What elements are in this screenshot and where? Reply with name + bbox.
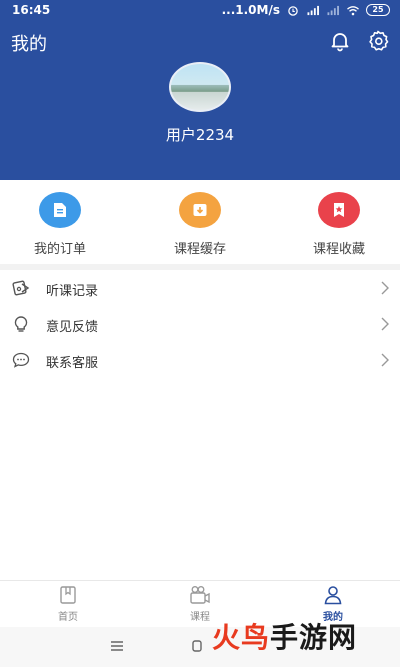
menu-item-label: 联系客服 <box>46 356 99 371</box>
menu-item-label: 听课记录 <box>46 284 99 299</box>
bell-icon[interactable] <box>328 29 352 53</box>
signal-icon <box>307 5 319 15</box>
lightbulb-icon <box>14 316 28 332</box>
page-title: 我的 <box>11 34 47 55</box>
watermark-part1: 火鸟 <box>212 621 271 654</box>
chat-icon <box>12 352 30 368</box>
history-icon <box>12 280 30 296</box>
gear-icon[interactable] <box>366 29 390 53</box>
bookmark-star-icon <box>318 192 360 228</box>
person-icon <box>324 586 342 605</box>
battery-icon: 25 <box>366 4 390 16</box>
tab-label: 首页 <box>58 612 78 623</box>
menu-item-feedback[interactable]: 意见反馈 <box>0 306 400 342</box>
my-orders-button[interactable]: 我的订单 <box>10 192 110 257</box>
profile-header: 16:45 ...1.0M/s 25 我的 用户2234 <box>0 0 400 180</box>
menu-item-customer-service[interactable]: 联系客服 <box>0 342 400 378</box>
tab-label: 课程 <box>190 612 210 623</box>
network-speed: ...1.0M/s <box>221 3 280 17</box>
username[interactable]: 用户2234 <box>0 124 400 145</box>
quick-actions: 我的订单 课程缓存 课程收藏 <box>0 180 400 264</box>
my-orders-label: 我的订单 <box>33 242 86 257</box>
signal-weak-icon <box>327 5 339 15</box>
course-favorites-button[interactable]: 课程收藏 <box>289 192 389 257</box>
course-cache-label: 课程缓存 <box>173 242 226 257</box>
menu-item-label: 意见反馈 <box>46 320 99 335</box>
menu-icon[interactable] <box>110 640 124 652</box>
alarm-icon <box>288 5 298 16</box>
home-button-icon[interactable] <box>192 640 202 652</box>
chevron-right-icon <box>381 317 389 331</box>
chevron-right-icon <box>381 353 389 367</box>
home-book-icon <box>60 586 76 604</box>
status-bar: 16:45 ...1.0M/s 25 <box>0 0 400 22</box>
tab-home[interactable]: 首页 <box>28 585 108 623</box>
camera-icon <box>190 586 210 604</box>
course-cache-button[interactable]: 课程缓存 <box>150 192 250 257</box>
download-icon <box>179 192 221 228</box>
settings-menu: 听课记录 意见反馈 联系客服 <box>0 270 400 378</box>
course-favorites-label: 课程收藏 <box>312 242 365 257</box>
watermark-part2: 手游网 <box>270 621 358 654</box>
menu-item-listening-history[interactable]: 听课记录 <box>0 270 400 306</box>
order-icon <box>39 192 81 228</box>
chevron-right-icon <box>381 281 389 295</box>
avatar[interactable] <box>169 62 231 112</box>
wifi-icon <box>347 5 359 15</box>
status-time: 16:45 <box>12 3 51 17</box>
status-icons: ...1.0M/s 25 <box>222 3 390 17</box>
watermark-logo: 火鸟手游网 <box>212 616 357 656</box>
